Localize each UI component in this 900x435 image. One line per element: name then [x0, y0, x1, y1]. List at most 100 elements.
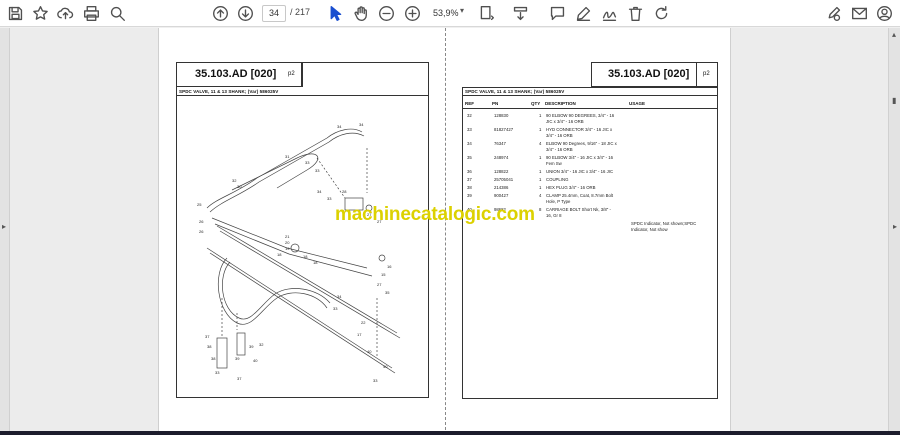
- callout-label: 33: [333, 306, 338, 311]
- sign-draw-icon[interactable]: [600, 4, 619, 23]
- right-page-num: p2: [703, 71, 710, 77]
- row-ref: 35: [467, 155, 472, 160]
- callout-label: 40: [383, 364, 388, 369]
- callout-label: 37: [237, 376, 242, 381]
- callout-label: 18: [303, 254, 308, 259]
- row-pn: 81827427: [494, 127, 514, 132]
- callout-label: 39: [249, 344, 254, 349]
- callout-label: 31: [285, 154, 290, 159]
- select-cursor-icon[interactable]: [326, 4, 345, 23]
- hand-pan-icon[interactable]: [352, 4, 371, 23]
- chevron-right-icon[interactable]: ▸: [2, 222, 6, 231]
- zoom-search-icon[interactable]: [108, 4, 127, 23]
- vertical-scrollbar[interactable]: ▴ ▮ ▸: [888, 28, 900, 435]
- upload-cloud-icon[interactable]: [56, 4, 75, 23]
- chevron-down-icon[interactable]: ▾: [460, 6, 464, 15]
- left-panel-toggle[interactable]: ▸: [0, 28, 10, 435]
- tube-long-1: [216, 225, 398, 334]
- row-pn: 214386: [494, 185, 509, 190]
- zoom-in-icon[interactable]: [403, 4, 422, 23]
- tube-long-2: [219, 230, 401, 339]
- usage-note: SPDC Indicator, Not shown;SPDC: [631, 221, 697, 226]
- watermark-text: machinecatalogic.com: [335, 204, 535, 225]
- loop-hose-2: [222, 261, 331, 320]
- callout-label: 33: [327, 196, 332, 201]
- row-qty: 1: [539, 127, 542, 132]
- page-number-input[interactable]: 34: [262, 5, 286, 22]
- right-page-title-box: 35.103.AD [020]: [591, 62, 697, 87]
- right-page-title: 35.103.AD [020]: [608, 68, 690, 80]
- callout-label: 33: [305, 160, 310, 165]
- page-spread: 35.103.AD [020] p2 SPDC VALVE, 11 & 13 S…: [158, 28, 731, 435]
- row-ref: 38: [467, 185, 472, 190]
- row-desc: CLAMP 25.4mm, Coat, 8.7mm Bolt: [546, 193, 614, 198]
- row-desc: 3/4" - 16 ORB: [546, 147, 573, 152]
- row-desc: CARRIAGE BOLT Short Nk, 3/8" -: [546, 207, 611, 212]
- page-total: / 217: [290, 7, 311, 17]
- callout-label: 18: [313, 260, 318, 265]
- callout-label: 32: [232, 178, 237, 183]
- row-qty: 8: [539, 207, 542, 212]
- row-pn: 128830: [494, 113, 509, 118]
- rotate-icon[interactable]: [652, 4, 671, 23]
- scroll-thumb[interactable]: ▮: [892, 96, 896, 105]
- chevron-right-icon[interactable]: ▸: [893, 222, 897, 231]
- left-subtitle-row: SPDC VALVE, 11 & 13 SHANK; (Var) 586025V: [176, 87, 429, 96]
- row-desc: ELBOW 90 Degrees, 9/16" - 18 JIC x: [546, 141, 617, 146]
- callout-label: 37: [205, 334, 210, 339]
- right-page-frame: [462, 87, 718, 399]
- delete-trash-icon[interactable]: [626, 4, 645, 23]
- fit-page-icon[interactable]: [477, 4, 496, 23]
- scroll-mode-icon[interactable]: [511, 4, 530, 23]
- bracket-1: [216, 337, 228, 369]
- row-qty: 1: [539, 177, 542, 182]
- fitting-1: [290, 243, 300, 253]
- callout-label: 26: [199, 219, 204, 224]
- row-desc: HEX PLUG 3/4" - 16 ORB: [546, 185, 596, 190]
- zoom-out-icon[interactable]: [377, 4, 396, 23]
- callout-label: 15: [381, 272, 386, 277]
- page-down-icon[interactable]: [236, 4, 255, 23]
- row-pn: 128822: [494, 169, 509, 174]
- row-ref: 33: [467, 127, 472, 132]
- callout-label: 27: [377, 282, 382, 287]
- callout-label: 34: [337, 124, 342, 129]
- highlight-pen-icon[interactable]: [574, 4, 593, 23]
- callout-label: 25: [197, 202, 202, 207]
- callout-label: 38: [211, 356, 216, 361]
- page-divider: [445, 28, 446, 435]
- row-desc: Fem Sw: [546, 161, 562, 166]
- exploded-parts-diagram: 34 34 31 33 33 32 30 25 34 33 28 27 27 2…: [197, 122, 401, 383]
- print-icon[interactable]: [82, 4, 101, 23]
- callout-label: 26: [199, 229, 204, 234]
- row-ref: 32: [467, 113, 472, 118]
- callout-label: 35: [385, 290, 390, 295]
- email-icon[interactable]: [850, 4, 869, 23]
- bracket-2: [236, 332, 246, 356]
- row-qty: 4: [539, 141, 542, 146]
- row-qty: 1: [539, 155, 542, 160]
- bookmark-star-icon[interactable]: [31, 4, 50, 23]
- right-subtitle-row: SPDC VALVE, 11 & 13 SHANK; (Var) 586025V: [462, 87, 718, 96]
- col-pn-header: PN: [492, 101, 499, 106]
- row-desc: 16, Gr 8: [546, 213, 562, 218]
- account-icon[interactable]: [875, 4, 894, 23]
- save-icon[interactable]: [6, 4, 25, 23]
- right-page-num-box: p2: [696, 62, 718, 87]
- fitting-3: [378, 254, 386, 262]
- row-ref: 37: [467, 177, 472, 182]
- col-desc-header: DESCRIPTION: [545, 101, 576, 106]
- scroll-up-icon[interactable]: ▴: [892, 30, 896, 39]
- row-desc: UNION 3/4" - 16 JIC x 3/4" - 16 JIC: [546, 169, 614, 174]
- callout-label: 32: [259, 342, 264, 347]
- callout-label: 34: [359, 122, 364, 127]
- row-ref: 36: [467, 169, 472, 174]
- row-qty: 1: [539, 113, 542, 118]
- page-up-icon[interactable]: [211, 4, 230, 23]
- callout-label: 16: [387, 264, 392, 269]
- callout-label: 39: [235, 356, 240, 361]
- comment-icon[interactable]: [548, 4, 567, 23]
- edit-sign-icon[interactable]: [824, 4, 843, 23]
- row-pn: 25705041: [494, 177, 514, 182]
- tube-long-3: [206, 247, 393, 369]
